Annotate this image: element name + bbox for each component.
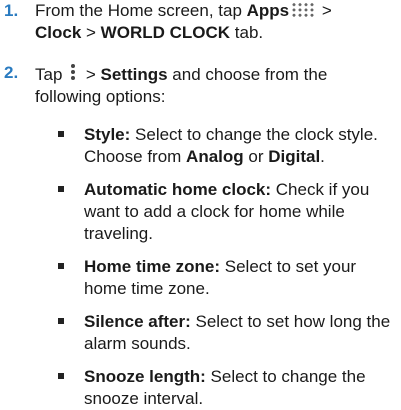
instructions-page: 1. From the Home screen, tap Apps > Clock… (0, 0, 401, 409)
clock-label: Clock (35, 23, 82, 42)
step-text: Tap > Settings and choose from the follo… (35, 62, 397, 108)
list-item: Silence after: Select to set how long th… (58, 311, 398, 355)
apps-grid-icon (291, 2, 316, 18)
world-clock-label: WORLD CLOCK (100, 23, 231, 42)
list-item: Home time zone: Select to set your home … (58, 256, 398, 300)
list-item: Style: Select to change the clock style.… (58, 124, 398, 168)
list-item: Automatic home clock: Check if you want … (58, 179, 398, 245)
step-number: 2. (4, 63, 19, 82)
step-text: From the Home screen, tap Apps > Clock > … (35, 1, 332, 42)
list-item: Snooze length: Select to change the snoo… (58, 366, 398, 410)
settings-label: Settings (100, 65, 168, 84)
options-list: Style: Select to change the clock style.… (58, 124, 398, 410)
overflow-menu-icon (69, 62, 77, 82)
step-number: 1. (4, 1, 19, 20)
apps-label: Apps (246, 1, 290, 20)
